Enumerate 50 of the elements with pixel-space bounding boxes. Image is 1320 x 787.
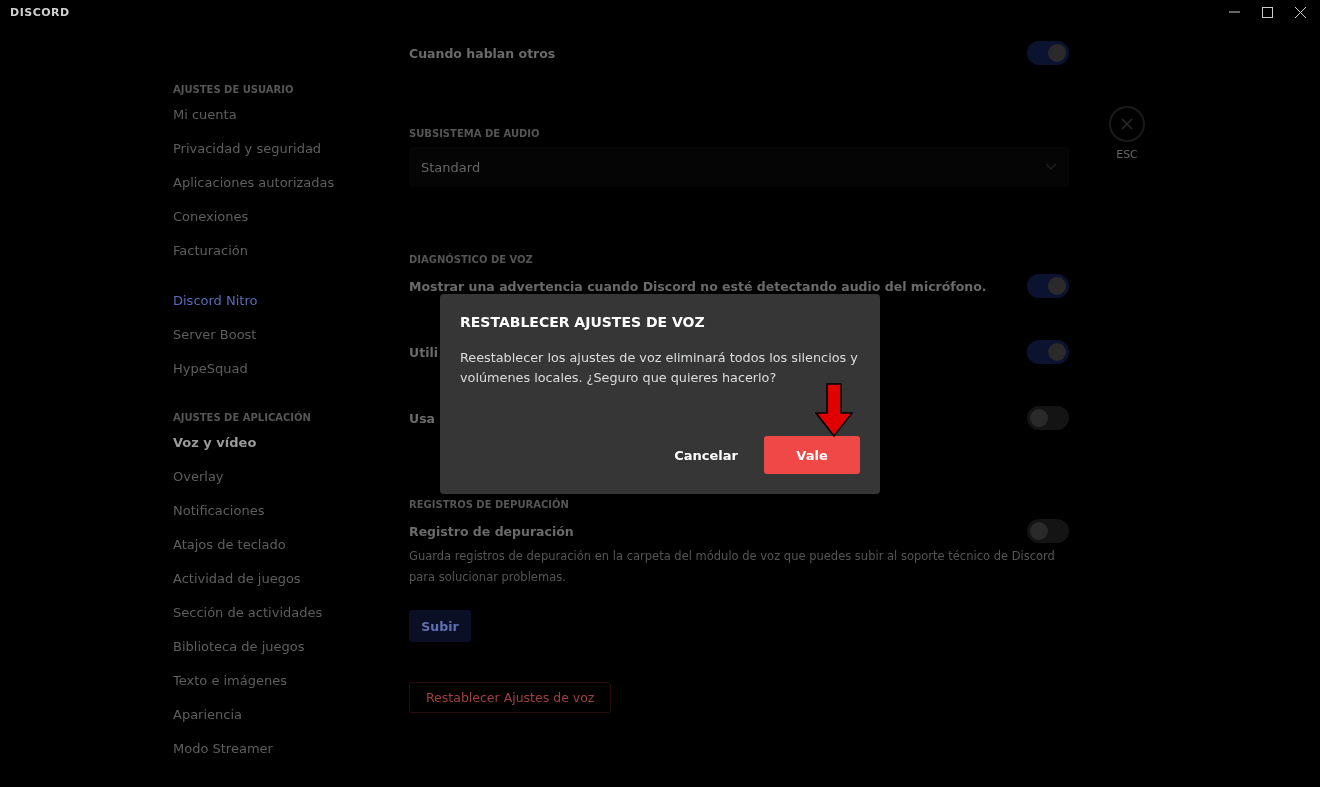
down-arrow-icon (815, 383, 853, 437)
setting-label: Utili (409, 344, 438, 360)
setting-description: Guarda registros de depuración en la carpeta del módulo de voz que puedes subir al soporte técnico de Discord para solucionar problemas. (409, 548, 1056, 586)
setting-label: Cuando hablan otros (409, 45, 556, 61)
sidebar-item[interactable]: Sección de actividades (173, 603, 323, 637)
setting-label: Registro de depuración (409, 523, 574, 539)
sidebar-item[interactable]: Actividad de juegos (173, 569, 301, 603)
setting-label: Usa (409, 410, 436, 426)
toggle-switch[interactable] (1027, 41, 1069, 65)
sidebar-item[interactable]: Overlay (173, 467, 224, 501)
sidebar-item[interactable]: Facturación (173, 241, 248, 275)
sidebar-item[interactable]: Biblioteca de juegos (173, 637, 305, 671)
close-icon[interactable] (1295, 6, 1306, 18)
sidebar-item[interactable]: Voz y vídeo (173, 433, 257, 467)
sidebar-item[interactable]: Notificaciones (173, 501, 265, 535)
app-logo: DISCORD (10, 5, 70, 19)
sidebar-item[interactable]: Modo Streamer (173, 739, 273, 773)
sidebar-item[interactable]: Atajos de teclado (173, 535, 286, 569)
toggle-switch[interactable] (1027, 340, 1069, 364)
sidebar-item[interactable]: Discord Nitro (173, 291, 258, 325)
sidebar-item[interactable]: Privacidad y seguridad (173, 139, 322, 173)
close-icon (1121, 118, 1133, 130)
toggle-switch[interactable] (1027, 274, 1069, 298)
dialog-message: Reestablecer los ajustes de voz eliminará todos los silencios y volúmenes locales. ¿Seguro que quieres hacerlo? (460, 349, 859, 387)
section-label: DIAGNÓSTICO DE VOZ (409, 254, 534, 265)
chevron-down-icon (1045, 163, 1057, 171)
confirm-button[interactable]: Vale (764, 436, 860, 474)
dropdown-field[interactable]: Standard (409, 147, 1069, 187)
sidebar-item[interactable]: Conexiones (173, 207, 249, 241)
upload-button[interactable]: Subir (409, 610, 471, 642)
esc-label: ESC (1116, 148, 1138, 161)
cancel-button[interactable]: Cancelar (670, 443, 742, 467)
setting-label: Mostrar una advertencia cuando Discord no esté detectando audio del micrófono. (409, 278, 987, 294)
sidebar-item[interactable]: Mi cuenta (173, 105, 237, 139)
maximize-icon[interactable] (1262, 6, 1273, 18)
sidebar-item[interactable]: Server Boost (173, 325, 257, 359)
section-label: REGISTROS DE DEPURACIÓN (409, 499, 570, 510)
sidebar-item[interactable]: Apariencia (173, 705, 243, 739)
sidebar-item[interactable]: Aplicaciones autorizadas (173, 173, 335, 207)
minimize-icon[interactable] (1229, 11, 1240, 13)
toggle-switch[interactable] (1027, 406, 1069, 430)
close-button[interactable] (1109, 106, 1145, 142)
toggle-switch[interactable] (1027, 519, 1069, 543)
sidebar-item[interactable]: HypeSquad (173, 359, 248, 393)
section-label: SUBSISTEMA DE AUDIO (409, 128, 541, 139)
sidebar-item[interactable]: Texto e imágenes (173, 671, 287, 705)
reset-button[interactable]: Restablecer Ajustes de voz (409, 682, 612, 713)
section-label: AJUSTES DE USUARIO (173, 83, 295, 97)
dialog-title: RESTABLECER AJUSTES DE VOZ (460, 314, 706, 330)
section-label: AJUSTES DE APLICACIÓN (173, 410, 312, 425)
